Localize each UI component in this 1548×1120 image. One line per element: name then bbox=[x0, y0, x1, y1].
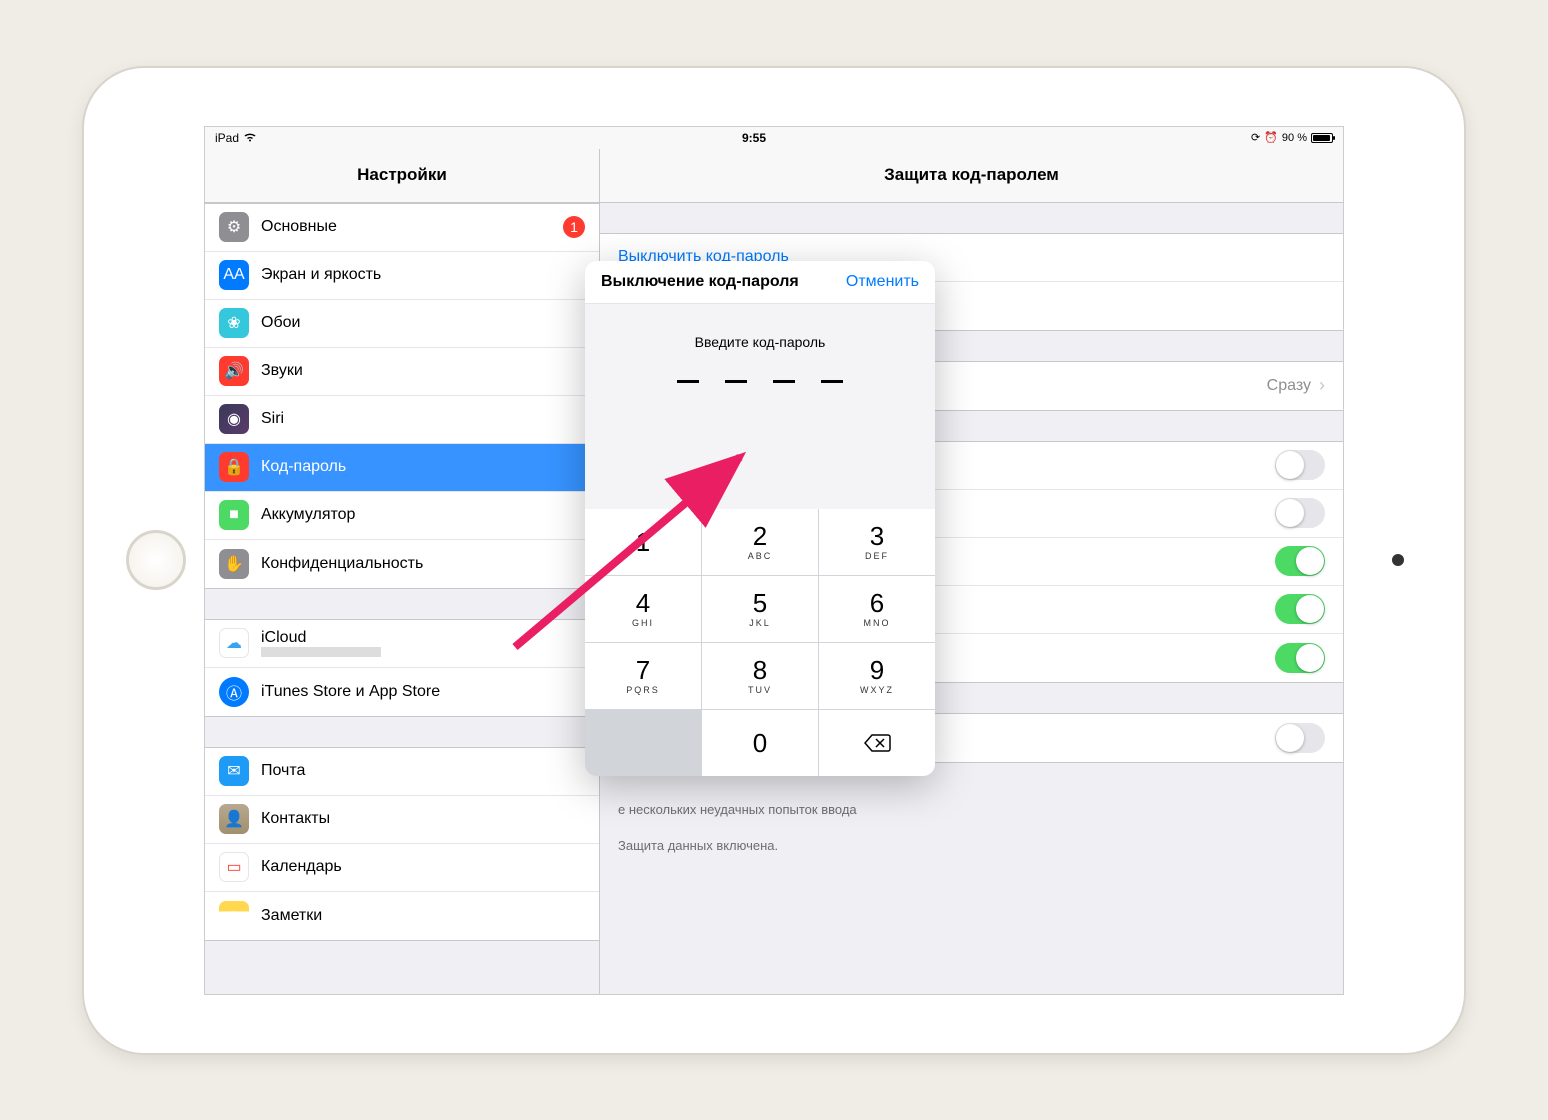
screen: iPad 9:55 ⟳ ⏰ 90 % Настройки ⚙︎Основные1… bbox=[204, 126, 1344, 995]
sidebar-item-label: Звуки bbox=[261, 362, 585, 380]
toggle-3[interactable] bbox=[1275, 594, 1325, 624]
numeric-keypad: 12ABC3DEF 4GHI5JKL6MNO 7PQRS8TUV9WXYZ0 bbox=[585, 509, 935, 776]
key-2[interactable]: 2ABC bbox=[702, 509, 818, 575]
cancel-button[interactable]: Отменить bbox=[846, 273, 919, 291]
battery-icon: ■ bbox=[219, 500, 249, 530]
wifi-icon bbox=[243, 131, 257, 145]
toggle-0[interactable] bbox=[1275, 450, 1325, 480]
front-camera bbox=[1392, 554, 1404, 566]
key-4[interactable]: 4GHI bbox=[585, 576, 701, 642]
sidebar-item-general[interactable]: ⚙︎ Основные1 bbox=[205, 204, 599, 252]
sidebar-item-label: Календарь bbox=[261, 858, 585, 876]
toggle-4[interactable] bbox=[1275, 643, 1325, 673]
device-label: iPad bbox=[215, 131, 239, 145]
sidebar-item-privacy[interactable]: ✋ Конфиденциальность bbox=[205, 540, 599, 588]
sidebar-item-calendar[interactable]: ▭ Календарь bbox=[205, 844, 599, 892]
battery-icon bbox=[1311, 133, 1333, 143]
backspace-key[interactable] bbox=[819, 710, 935, 776]
sidebar-item-icloud[interactable]: ☁︎ iCloud bbox=[205, 620, 599, 668]
keypad-blank bbox=[585, 710, 701, 776]
chevron-right-icon: › bbox=[1319, 375, 1325, 396]
sidebar-item-contacts[interactable]: 👤 Контакты bbox=[205, 796, 599, 844]
sidebar-item-label: Конфиденциальность bbox=[261, 555, 585, 573]
clock: 9:55 bbox=[742, 131, 766, 145]
toggle-2[interactable] bbox=[1275, 546, 1325, 576]
erase-toggle[interactable] bbox=[1275, 723, 1325, 753]
status-bar: iPad 9:55 ⟳ ⏰ 90 % bbox=[205, 127, 1343, 149]
modal-prompt: Введите код-пароль bbox=[585, 334, 935, 350]
sidebar-item-label: iTunes Store и App Store bbox=[261, 683, 585, 701]
settings-sidebar: Настройки ⚙︎ Основные1 AA Экран и яркость ❀ О… bbox=[205, 149, 600, 994]
notes-icon: ≡ bbox=[219, 901, 249, 931]
alarm-icon: ⏰ bbox=[1264, 131, 1278, 144]
sidebar-item-label: Siri bbox=[261, 410, 585, 428]
siri-icon: ◉ bbox=[219, 404, 249, 434]
key-6[interactable]: 6MNO bbox=[819, 576, 935, 642]
sidebar-item-label: Экран и яркость bbox=[261, 266, 585, 284]
general-icon: ⚙︎ bbox=[219, 212, 249, 242]
key-5[interactable]: 5JKL bbox=[702, 576, 818, 642]
lock-icon: 🔒 bbox=[219, 452, 249, 482]
sounds-icon: 🔊 bbox=[219, 356, 249, 386]
sidebar-item-notes[interactable]: ≡ Заметки bbox=[205, 892, 599, 940]
sidebar-title: Настройки bbox=[205, 149, 599, 203]
sidebar-item-wallpaper[interactable]: ❀ Обои bbox=[205, 300, 599, 348]
require-value: Сразу bbox=[1267, 377, 1311, 395]
display-icon: AA bbox=[219, 260, 249, 290]
mail-icon: ✉︎ bbox=[219, 756, 249, 786]
key-1[interactable]: 1 bbox=[585, 509, 701, 575]
contacts-icon: 👤 bbox=[219, 804, 249, 834]
sidebar-item-display[interactable]: AA Экран и яркость bbox=[205, 252, 599, 300]
key-3[interactable]: 3DEF bbox=[819, 509, 935, 575]
key-9[interactable]: 9WXYZ bbox=[819, 643, 935, 709]
toggle-1[interactable] bbox=[1275, 498, 1325, 528]
badge: 1 bbox=[563, 216, 585, 238]
sidebar-item-label: Заметки bbox=[261, 907, 585, 925]
sidebar-item-label: Аккумулятор bbox=[261, 506, 585, 524]
sidebar-item-label: Код-пароль bbox=[261, 458, 585, 476]
battery-pct: 90 % bbox=[1282, 132, 1307, 144]
itunes-icon: Ⓐ bbox=[219, 677, 249, 707]
wallpaper-icon: ❀ bbox=[219, 308, 249, 338]
sidebar-item-label: Контакты bbox=[261, 810, 585, 828]
sidebar-item-label: Основные bbox=[261, 218, 563, 236]
modal-title: Выключение код-пароля bbox=[601, 273, 799, 291]
sidebar-item-label: iCloud bbox=[261, 629, 585, 647]
sidebar-item-label: Почта bbox=[261, 762, 585, 780]
sidebar-item-siri[interactable]: ◉ Siri bbox=[205, 396, 599, 444]
key-8[interactable]: 8TUV bbox=[702, 643, 818, 709]
sidebar-item-sounds[interactable]: 🔊 Звуки bbox=[205, 348, 599, 396]
erase-footer: е нескольких неудачных попыток ввода Защ… bbox=[600, 793, 1343, 876]
passcode-modal: Выключение код-пароля Отменить Введите к… bbox=[585, 261, 935, 776]
sidebar-item-label: Обои bbox=[261, 314, 585, 332]
home-button[interactable] bbox=[126, 530, 186, 590]
sidebar-item-lock[interactable]: 🔒 Код-пароль bbox=[205, 444, 599, 492]
detail-title: Защита код-паролем bbox=[600, 149, 1343, 203]
pin-input bbox=[585, 380, 935, 383]
sidebar-item-battery[interactable]: ■ Аккумулятор bbox=[205, 492, 599, 540]
privacy-icon: ✋ bbox=[219, 549, 249, 579]
ipad-frame: iPad 9:55 ⟳ ⏰ 90 % Настройки ⚙︎Основные1… bbox=[84, 68, 1464, 1053]
orientation-lock-icon: ⟳ bbox=[1251, 131, 1260, 144]
icloud-icon: ☁︎ bbox=[219, 628, 249, 658]
calendar-icon: ▭ bbox=[219, 852, 249, 882]
sidebar-item-mail[interactable]: ✉︎ Почта bbox=[205, 748, 599, 796]
key-7[interactable]: 7PQRS bbox=[585, 643, 701, 709]
key-0[interactable]: 0 bbox=[702, 710, 818, 776]
sidebar-item-itunes[interactable]: ⒶiTunes Store и App Store bbox=[205, 668, 599, 716]
